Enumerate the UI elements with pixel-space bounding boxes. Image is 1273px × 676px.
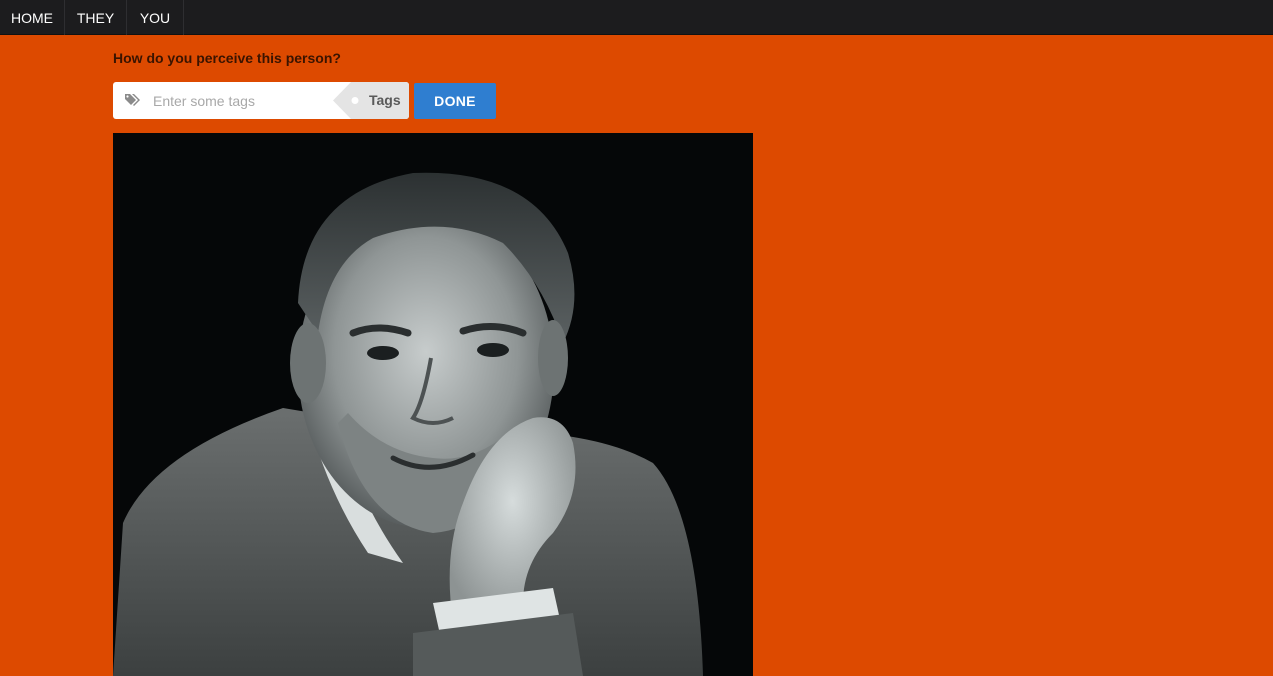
tags-icon xyxy=(125,93,141,107)
question-heading: How do you perceive this person? xyxy=(113,50,341,66)
done-button[interactable]: DONE xyxy=(414,83,496,119)
tag-label-text: Tags xyxy=(369,92,401,108)
tag-text-input[interactable] xyxy=(153,82,333,119)
nav-item-you[interactable]: YOU xyxy=(127,0,184,35)
top-navbar: HOME THEY YOU xyxy=(0,0,1273,35)
nav-item-they[interactable]: THEY xyxy=(65,0,127,35)
nav-item-home[interactable]: HOME xyxy=(0,0,65,35)
portrait-photo xyxy=(113,133,753,676)
tag-input-group: Tags xyxy=(113,82,409,119)
tag-label: Tags xyxy=(333,82,409,119)
